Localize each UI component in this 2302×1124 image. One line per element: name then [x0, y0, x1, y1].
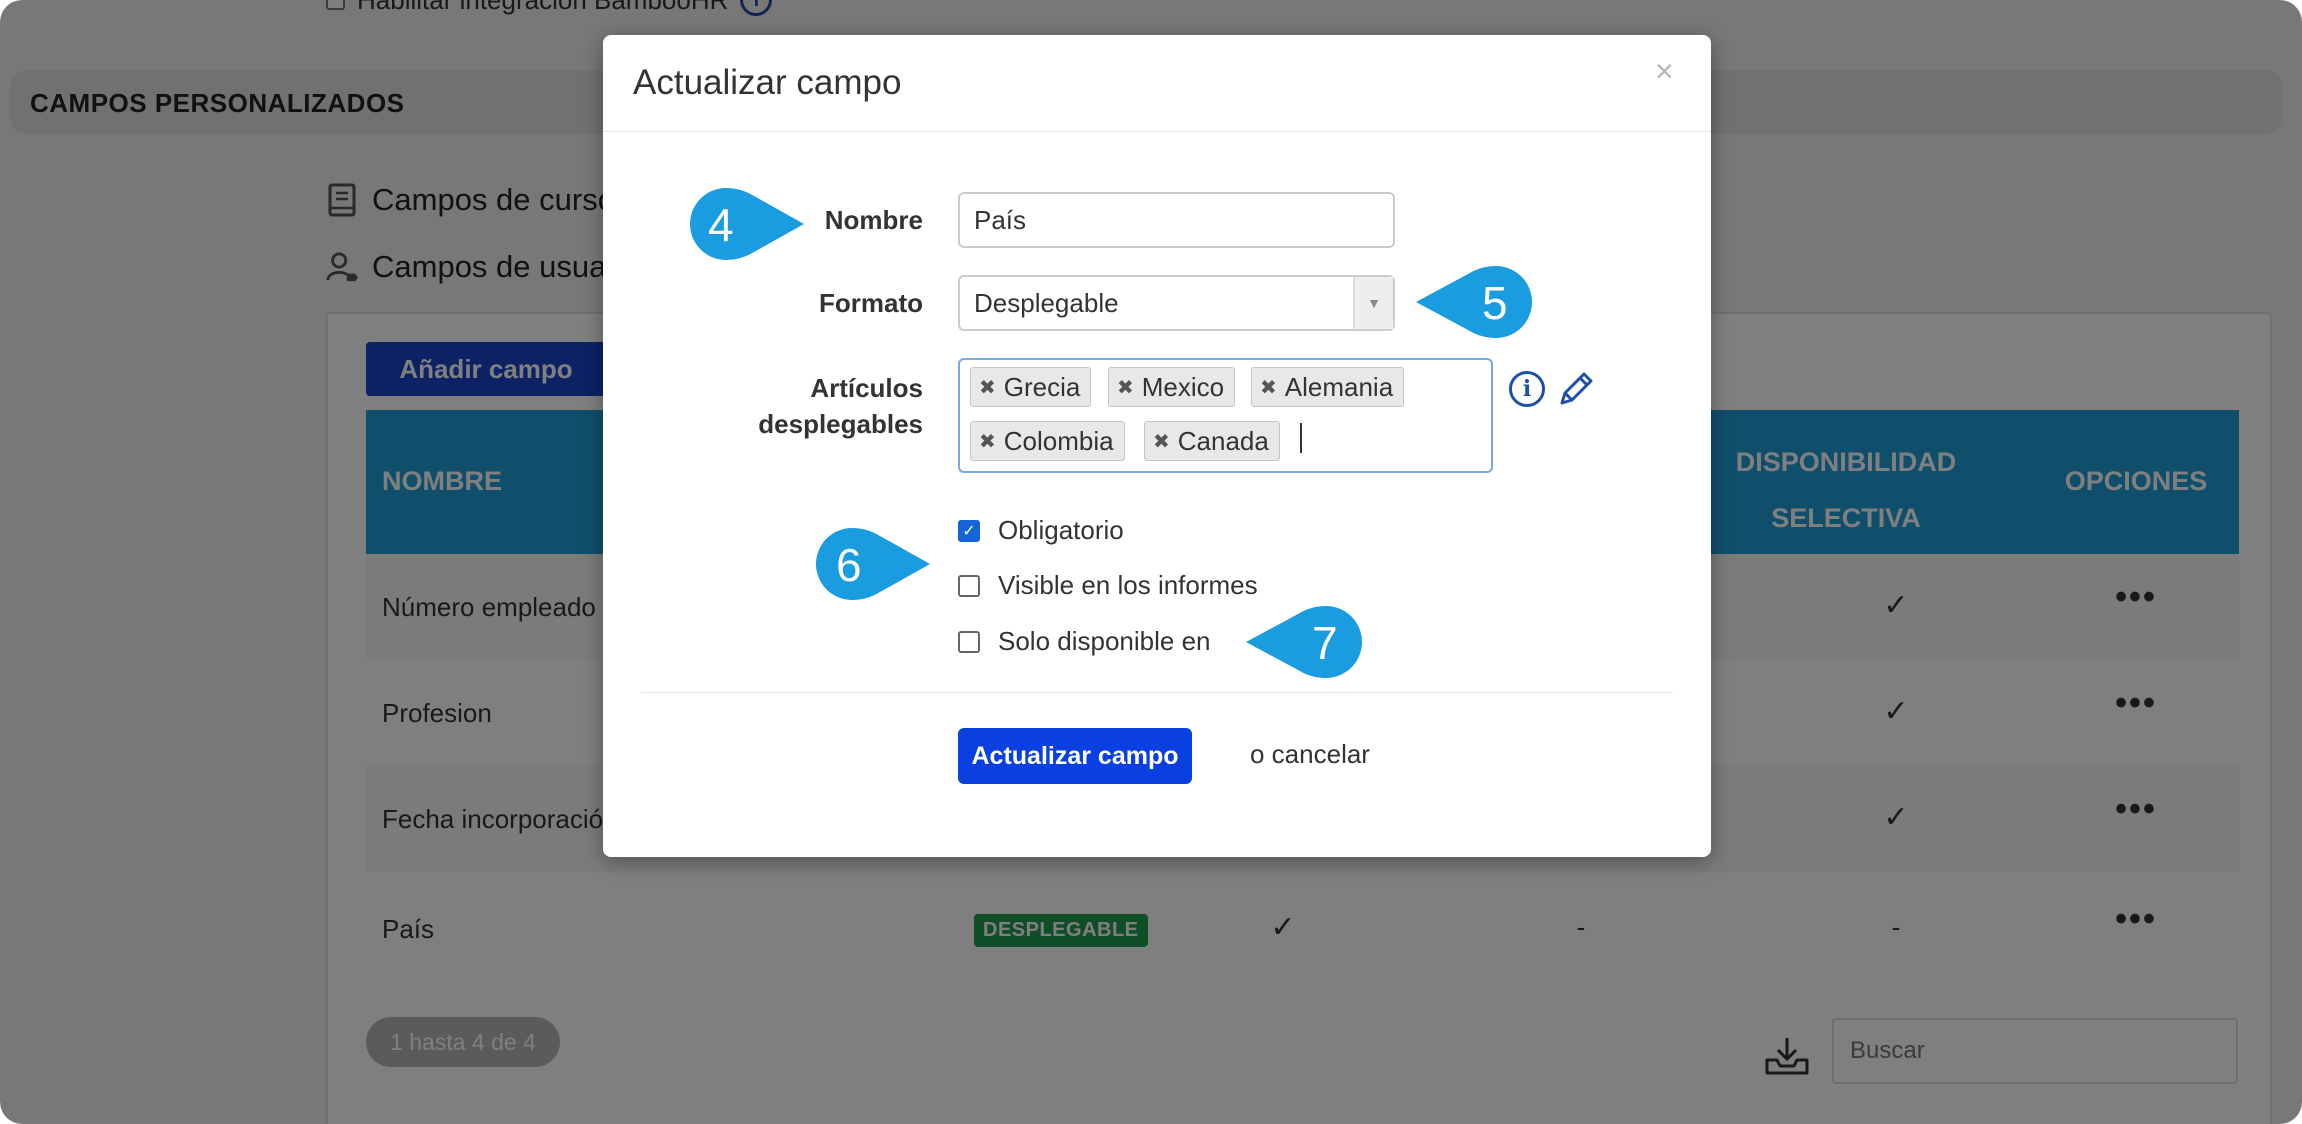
nombre-input[interactable]: País — [958, 192, 1395, 248]
callout-7: 7 — [1242, 602, 1366, 682]
remove-tag-icon[interactable]: ✖ — [1117, 375, 1134, 400]
info-icon[interactable]: i — [1509, 371, 1545, 407]
articulos-label-line1: Artículos — [810, 373, 923, 403]
callout-4-number: 4 — [708, 199, 734, 251]
callout-5: 5 — [1412, 262, 1536, 342]
visible-informes-checkbox[interactable] — [958, 574, 980, 597]
close-icon[interactable]: × — [1655, 53, 1674, 90]
divider — [641, 692, 1673, 693]
solo-disponible-checkbox[interactable] — [958, 630, 980, 653]
callout-6: 6 — [812, 524, 932, 604]
solo-disponible-label: Solo disponible en — [998, 626, 1211, 656]
tag-item[interactable]: ✖ Canada — [1144, 421, 1280, 461]
remove-tag-icon[interactable]: ✖ — [979, 429, 996, 454]
callout-7-shape — [1246, 606, 1362, 678]
formato-select[interactable]: Desplegable ▼ — [958, 275, 1395, 331]
dialog-header: Actualizar campo × — [603, 35, 1711, 132]
callout-5-number: 5 — [1482, 277, 1508, 329]
update-field-button[interactable]: Actualizar campo — [958, 728, 1192, 784]
obligatorio-checkbox[interactable]: ✓ — [958, 519, 980, 542]
update-field-dialog: Actualizar campo × Nombre País Formato D… — [603, 35, 1711, 857]
callout-5-shape — [1416, 266, 1532, 338]
remove-tag-icon[interactable]: ✖ — [979, 375, 996, 400]
visible-informes-label: Visible en los informes — [998, 570, 1258, 600]
articulos-label: Artículos desplegables — [623, 370, 923, 442]
tag-label: Colombia — [1003, 425, 1114, 456]
tag-item[interactable]: ✖ Colombia — [970, 421, 1125, 461]
visible-informes-option[interactable]: Visible en los informes — [958, 570, 1258, 601]
formato-selected-value: Desplegable — [974, 287, 1119, 318]
tag-label: Grecia — [1003, 371, 1081, 402]
dialog-title: Actualizar campo — [633, 63, 902, 102]
remove-tag-icon[interactable]: ✖ — [1260, 375, 1277, 400]
callout-6-number: 6 — [836, 539, 862, 591]
callout-6-shape — [816, 528, 930, 600]
tag-label: Canada — [1177, 425, 1269, 456]
callout-4-shape — [690, 188, 804, 260]
app-frame: Habilitar integración BambooHR i CAMPOS … — [0, 0, 2302, 1124]
obligatorio-label: Obligatorio — [998, 515, 1124, 545]
text-caret — [1300, 423, 1302, 453]
obligatorio-option[interactable]: ✓ Obligatorio — [958, 515, 1124, 546]
formato-label: Formato — [819, 288, 923, 318]
tag-label: Mexico — [1141, 371, 1225, 402]
dropdown-items-tag-input[interactable]: ✖ Grecia ✖ Mexico ✖ Alemania ✖ Colombia … — [958, 358, 1493, 473]
callout-7-number: 7 — [1312, 617, 1338, 669]
callout-4: 4 — [686, 184, 806, 264]
chevron-down-icon[interactable]: ▼ — [1353, 277, 1393, 329]
pencil-icon[interactable] — [1556, 369, 1596, 409]
tag-item[interactable]: ✖ Alemania — [1251, 367, 1405, 407]
tag-label: Alemania — [1284, 371, 1394, 402]
articulos-label-line2: desplegables — [758, 409, 923, 439]
tag-item[interactable]: ✖ Mexico — [1108, 367, 1236, 407]
cancel-link[interactable]: o cancelar — [1250, 739, 1370, 770]
remove-tag-icon[interactable]: ✖ — [1153, 429, 1170, 454]
solo-disponible-option[interactable]: Solo disponible en — [958, 626, 1211, 657]
tag-item[interactable]: ✖ Grecia — [970, 367, 1092, 407]
